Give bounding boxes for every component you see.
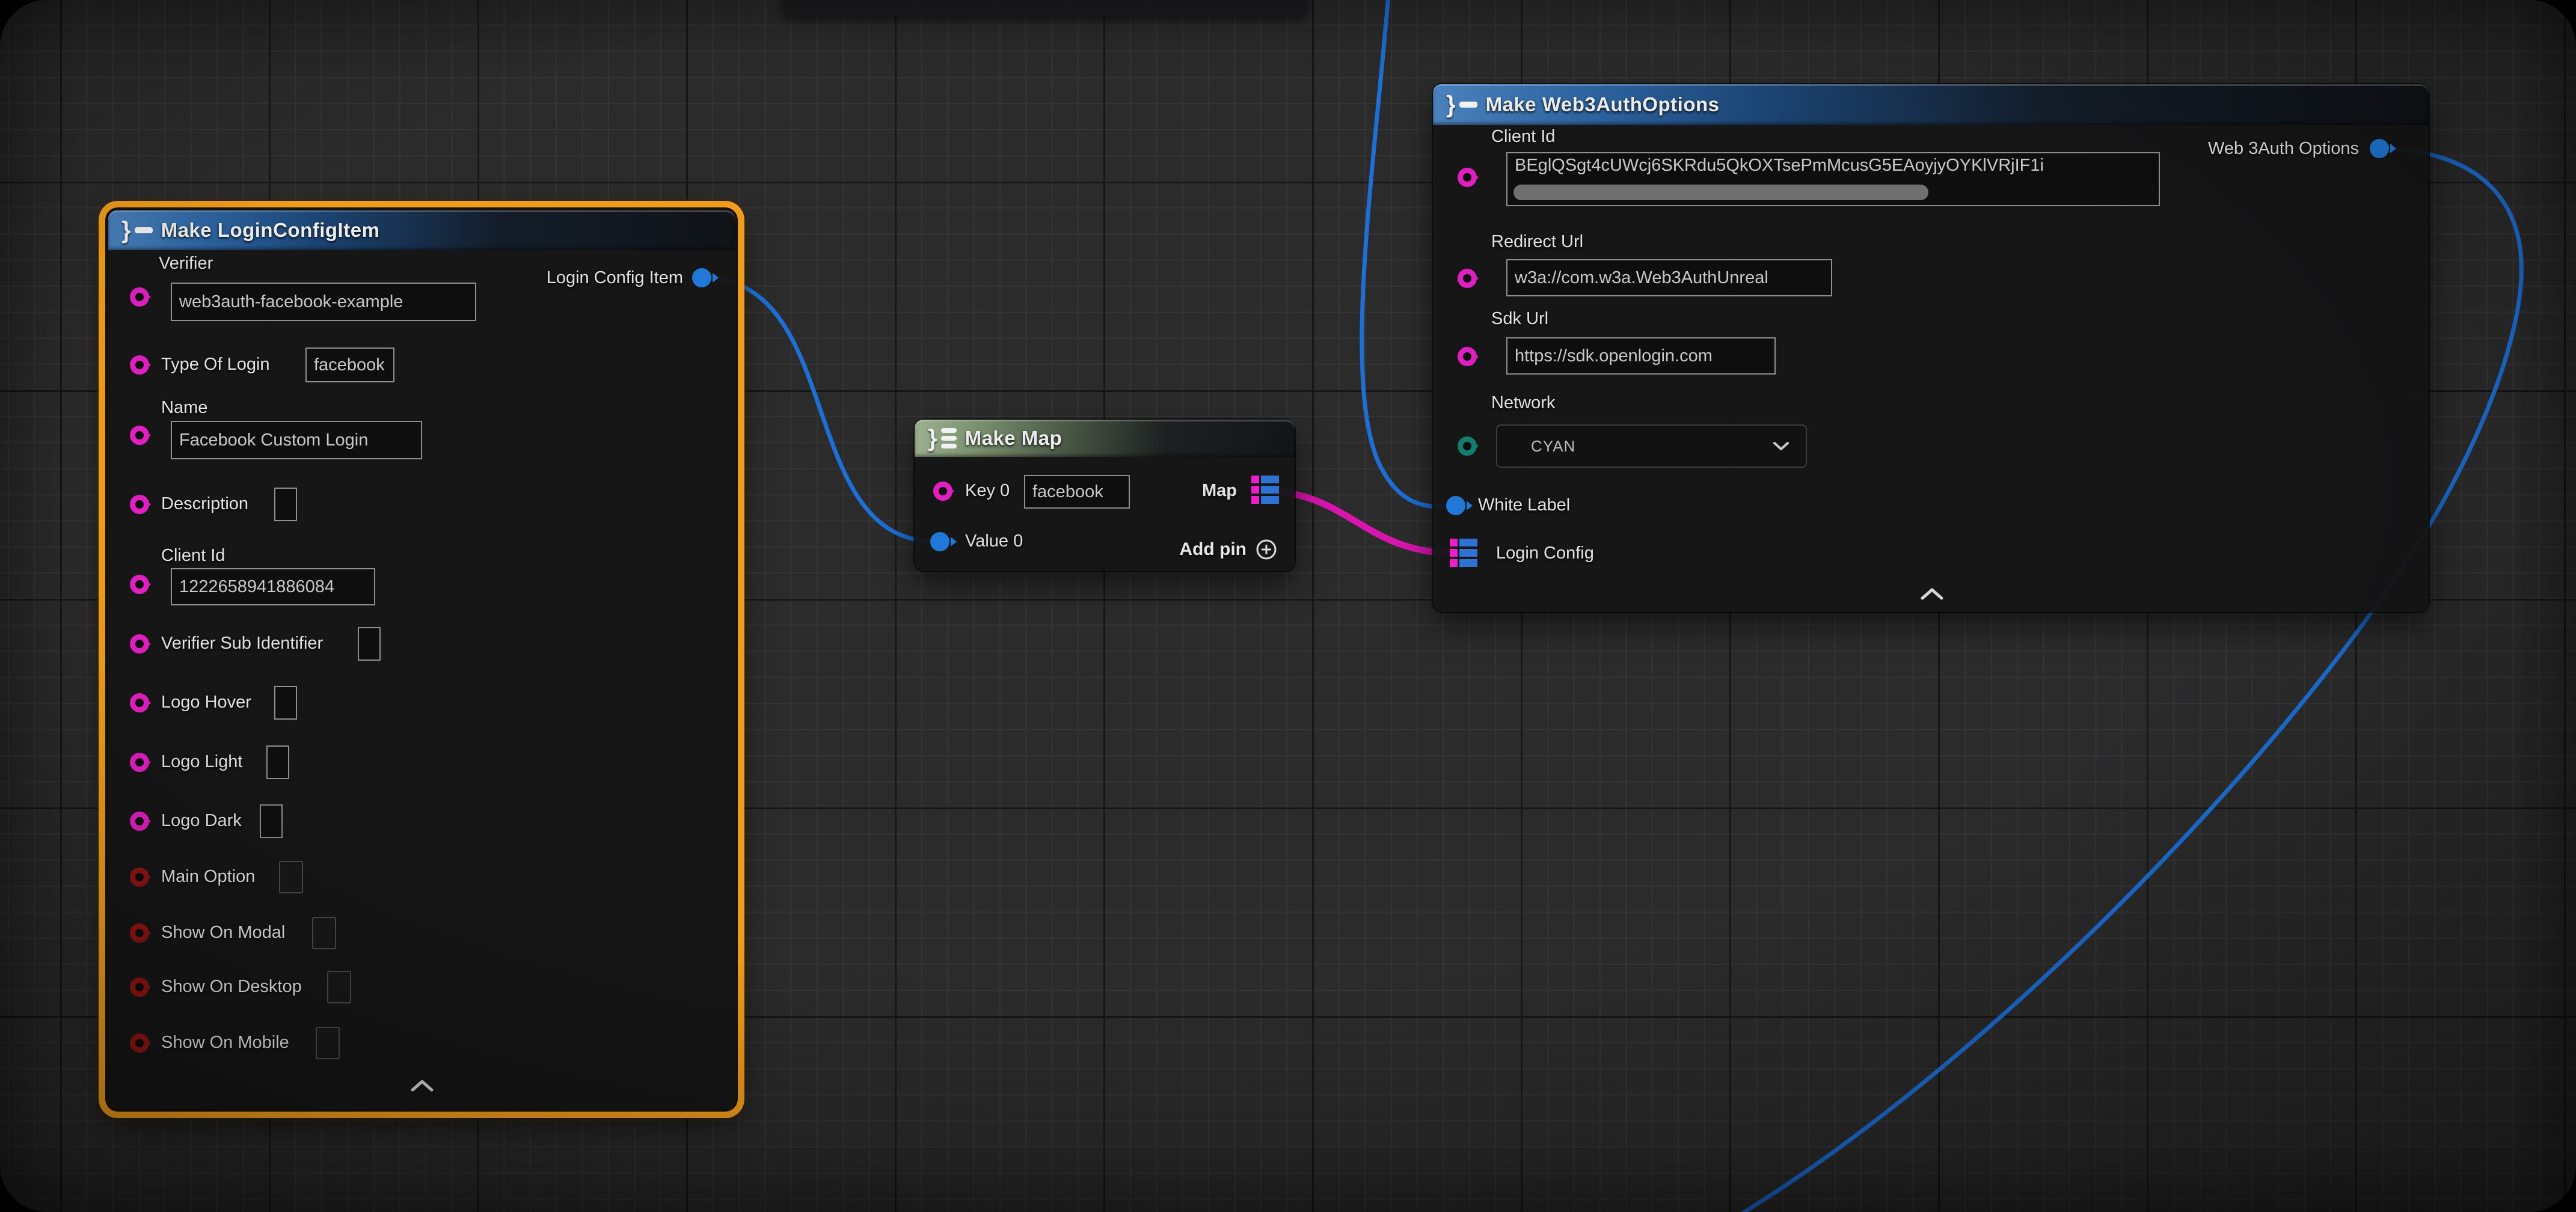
type-of-login-input[interactable]: facebook xyxy=(305,347,394,382)
add-pin-button[interactable]: Add pin xyxy=(1179,538,1278,561)
network-selected-value: CYAN xyxy=(1531,437,1575,456)
main-option-checkbox[interactable] xyxy=(279,861,303,893)
show-on-modal-checkbox[interactable] xyxy=(312,917,336,949)
input-pin-redirect-url[interactable] xyxy=(1458,269,1477,288)
logo-dark-input[interactable] xyxy=(260,804,283,838)
pin-label-verifier: Verifier xyxy=(159,254,213,274)
network-dropdown[interactable]: CYAN xyxy=(1496,424,1807,468)
show-on-desktop-checkbox[interactable] xyxy=(327,971,351,1003)
node-header[interactable]: { Make LoginConfigItem xyxy=(108,210,735,250)
pin-label-logo-hover: Logo Hover xyxy=(161,693,251,712)
input-pin-logo-light[interactable] xyxy=(130,753,149,772)
chevron-down-icon xyxy=(1773,442,1789,451)
pin-label-value0: Value 0 xyxy=(965,531,1023,551)
collapse-chevron-icon[interactable] xyxy=(1921,588,1943,603)
add-pin-plus-icon xyxy=(1255,538,1278,561)
pin-label-key0: Key 0 xyxy=(965,481,1010,501)
input-pin-logo-hover[interactable] xyxy=(130,693,149,712)
pin-label-logo-light: Logo Light xyxy=(161,752,242,772)
output-pin-login-config-item[interactable] xyxy=(692,268,711,287)
pin-label-verifier-sub-identifier: Verifier Sub Identifier xyxy=(161,634,323,653)
key0-input[interactable]: facebook xyxy=(1024,475,1130,509)
node-header[interactable]: { Make Map xyxy=(915,420,1295,457)
show-on-mobile-checkbox[interactable] xyxy=(316,1027,340,1059)
pin-label-white-label: White Label xyxy=(1478,495,1570,515)
input-pin-client-id[interactable] xyxy=(130,575,149,594)
node-header[interactable]: { Make Web3AuthOptions xyxy=(1433,84,2429,125)
pin-label-type-of-login: Type Of Login xyxy=(161,355,270,375)
pin-label-network: Network xyxy=(1491,393,1555,413)
input-pin-show-on-mobile[interactable] xyxy=(130,1033,149,1053)
redirect-url-input[interactable]: w3a://com.w3a.Web3AuthUnreal xyxy=(1506,259,1832,296)
blueprint-graph-canvas[interactable]: { Make LoginConfigItem Login Config Item… xyxy=(0,0,2576,1212)
make-map-icon: { xyxy=(928,426,957,450)
pin-label-show-on-mobile: Show On Mobile xyxy=(161,1033,289,1053)
input-pin-white-label[interactable] xyxy=(1446,496,1465,515)
pin-label-client-id: Client Id xyxy=(1491,127,1555,147)
blueprint-editor-screenshot: { Make LoginConfigItem Login Config Item… xyxy=(0,0,2576,1212)
make-struct-icon: { xyxy=(1446,93,1477,117)
input-pin-verifier-sub-identifier[interactable] xyxy=(130,634,149,653)
input-pin-show-on-desktop[interactable] xyxy=(130,978,149,997)
description-input[interactable] xyxy=(274,488,297,521)
node-make-web3auth-options[interactable]: { Make Web3AuthOptions Web 3Auth Options… xyxy=(1433,84,2429,612)
pin-label-name: Name xyxy=(161,398,207,418)
output-pin-map[interactable] xyxy=(1251,476,1279,504)
input-pin-name[interactable] xyxy=(130,426,149,445)
name-input[interactable]: Facebook Custom Login xyxy=(171,421,422,459)
wire-login-config-item-to-value0 xyxy=(707,278,933,542)
output-pin-label: Login Config Item xyxy=(547,268,683,288)
input-pin-key0[interactable] xyxy=(933,482,952,501)
input-pin-main-option[interactable] xyxy=(130,868,149,887)
node-title: Make Web3AuthOptions xyxy=(1486,93,1720,116)
logo-hover-input[interactable] xyxy=(274,686,297,720)
client-id-input[interactable]: 1222658941886084 xyxy=(171,568,375,605)
pin-label-redirect-url: Redirect Url xyxy=(1491,232,1583,252)
verifier-sub-identifier-input[interactable] xyxy=(358,627,381,661)
pin-label-login-config: Login Config xyxy=(1496,543,1594,563)
output-pin-label-map: Map xyxy=(1202,481,1237,501)
client-id-text: BEglQSgt4cUWcj6SKRdu5QkOXTsePmMcusG5EAoy… xyxy=(1515,156,2044,176)
input-pin-verifier[interactable] xyxy=(130,287,149,307)
pin-label-description: Description xyxy=(161,494,248,514)
client-id-input[interactable]: BEglQSgt4cUWcj6SKRdu5QkOXTsePmMcusG5EAoy… xyxy=(1506,152,2160,206)
node-title: Make Map xyxy=(965,427,1063,450)
input-pin-network[interactable] xyxy=(1458,436,1477,456)
output-pin-web3auth-options[interactable] xyxy=(2370,139,2389,158)
pin-label-sdk-url: Sdk Url xyxy=(1491,309,1548,329)
client-id-hscrollbar[interactable] xyxy=(1513,185,1928,200)
make-struct-icon: { xyxy=(121,218,153,242)
sdk-url-input[interactable]: https://sdk.openlogin.com xyxy=(1506,337,1776,375)
input-pin-logo-dark[interactable] xyxy=(130,812,149,831)
input-pin-value0[interactable] xyxy=(930,532,949,551)
pin-label-show-on-modal: Show On Modal xyxy=(161,923,285,943)
node-make-map[interactable]: { Make Map Key 0 facebook Map Value 0 Ad… xyxy=(915,420,1295,571)
input-pin-type-of-login[interactable] xyxy=(130,355,149,375)
output-pin-label: Web 3Auth Options xyxy=(2208,139,2359,159)
collapse-chevron-icon[interactable] xyxy=(411,1080,434,1095)
partial-node-top[interactable] xyxy=(783,0,1307,17)
logo-light-input[interactable] xyxy=(266,745,289,779)
input-pin-login-config[interactable] xyxy=(1450,539,1477,567)
pin-label-show-on-desktop: Show On Desktop xyxy=(161,977,302,997)
verifier-input[interactable]: web3auth-facebook-example xyxy=(171,283,476,321)
node-title: Make LoginConfigItem xyxy=(161,219,380,242)
pin-label-main-option: Main Option xyxy=(161,867,255,887)
input-pin-show-on-modal[interactable] xyxy=(130,923,149,943)
input-pin-client-id[interactable] xyxy=(1458,168,1477,187)
wire-map-to-login-config xyxy=(1269,491,1455,554)
pin-label-client-id: Client Id xyxy=(161,546,225,566)
node-make-login-config-item[interactable]: { Make LoginConfigItem Login Config Item… xyxy=(108,210,735,1109)
pin-label-logo-dark: Logo Dark xyxy=(161,811,242,831)
input-pin-description[interactable] xyxy=(130,495,149,514)
input-pin-sdk-url[interactable] xyxy=(1458,347,1477,366)
